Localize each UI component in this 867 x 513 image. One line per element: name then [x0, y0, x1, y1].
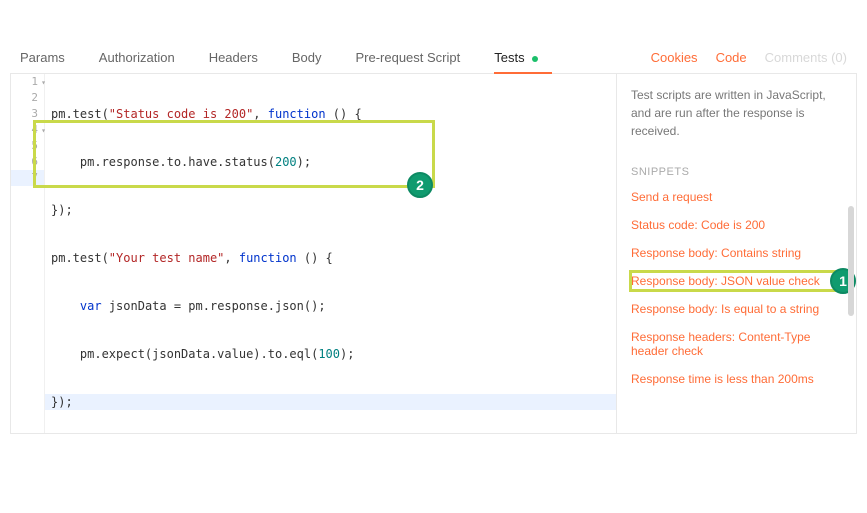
snippet-header-check[interactable]: Response headers: Content-Type header ch… [631, 330, 846, 358]
snippet-status-200[interactable]: Status code: Code is 200 [631, 218, 846, 232]
snippet-time-200ms[interactable]: Response time is less than 200ms [631, 372, 846, 386]
snippet-json-value-check[interactable]: Response body: JSON value check 1 [631, 274, 846, 288]
line-number: 4 [31, 123, 38, 136]
snippet-body-equal[interactable]: Response body: Is equal to a string [631, 302, 846, 316]
comments-link[interactable]: Comments (0) [765, 50, 847, 65]
line-number: 3 [31, 107, 38, 120]
snippets-heading: SNIPPETS [631, 166, 846, 178]
tab-pre-request[interactable]: Pre-request Script [355, 50, 460, 65]
code-content[interactable]: pm.test("Status code is 200", function (… [45, 74, 616, 442]
snippet-body-contains[interactable]: Response body: Contains string [631, 246, 846, 260]
tab-headers[interactable]: Headers [209, 50, 258, 65]
cookies-link[interactable]: Cookies [651, 50, 698, 65]
tab-authorization[interactable]: Authorization [99, 50, 175, 65]
tab-tests-label: Tests [494, 50, 524, 65]
tab-body[interactable]: Body [292, 50, 322, 65]
snippet-send-request[interactable]: Send a request [631, 190, 846, 204]
line-number: 5 [31, 139, 38, 152]
tab-tests[interactable]: Tests [494, 50, 538, 65]
line-number: 7 [31, 171, 38, 184]
tab-params[interactable]: Params [20, 50, 65, 65]
line-number: 1 [31, 75, 38, 88]
code-link[interactable]: Code [716, 50, 747, 65]
tests-code-editor[interactable]: 1▾ 2 3 4▾ 5 6 7 pm.test("Status code is … [10, 74, 617, 434]
editor-gutter: 1▾ 2 3 4▾ 5 6 7 [11, 74, 45, 433]
line-number: 6 [31, 155, 38, 168]
line-number: 2 [31, 91, 38, 104]
snippets-panel: Test scripts are written in JavaScript, … [617, 74, 857, 434]
snippets-description: Test scripts are written in JavaScript, … [631, 86, 846, 140]
scrollbar[interactable] [848, 206, 854, 316]
modified-dot-icon [532, 56, 538, 62]
request-tabs: Params Authorization Headers Body Pre-re… [10, 50, 857, 74]
